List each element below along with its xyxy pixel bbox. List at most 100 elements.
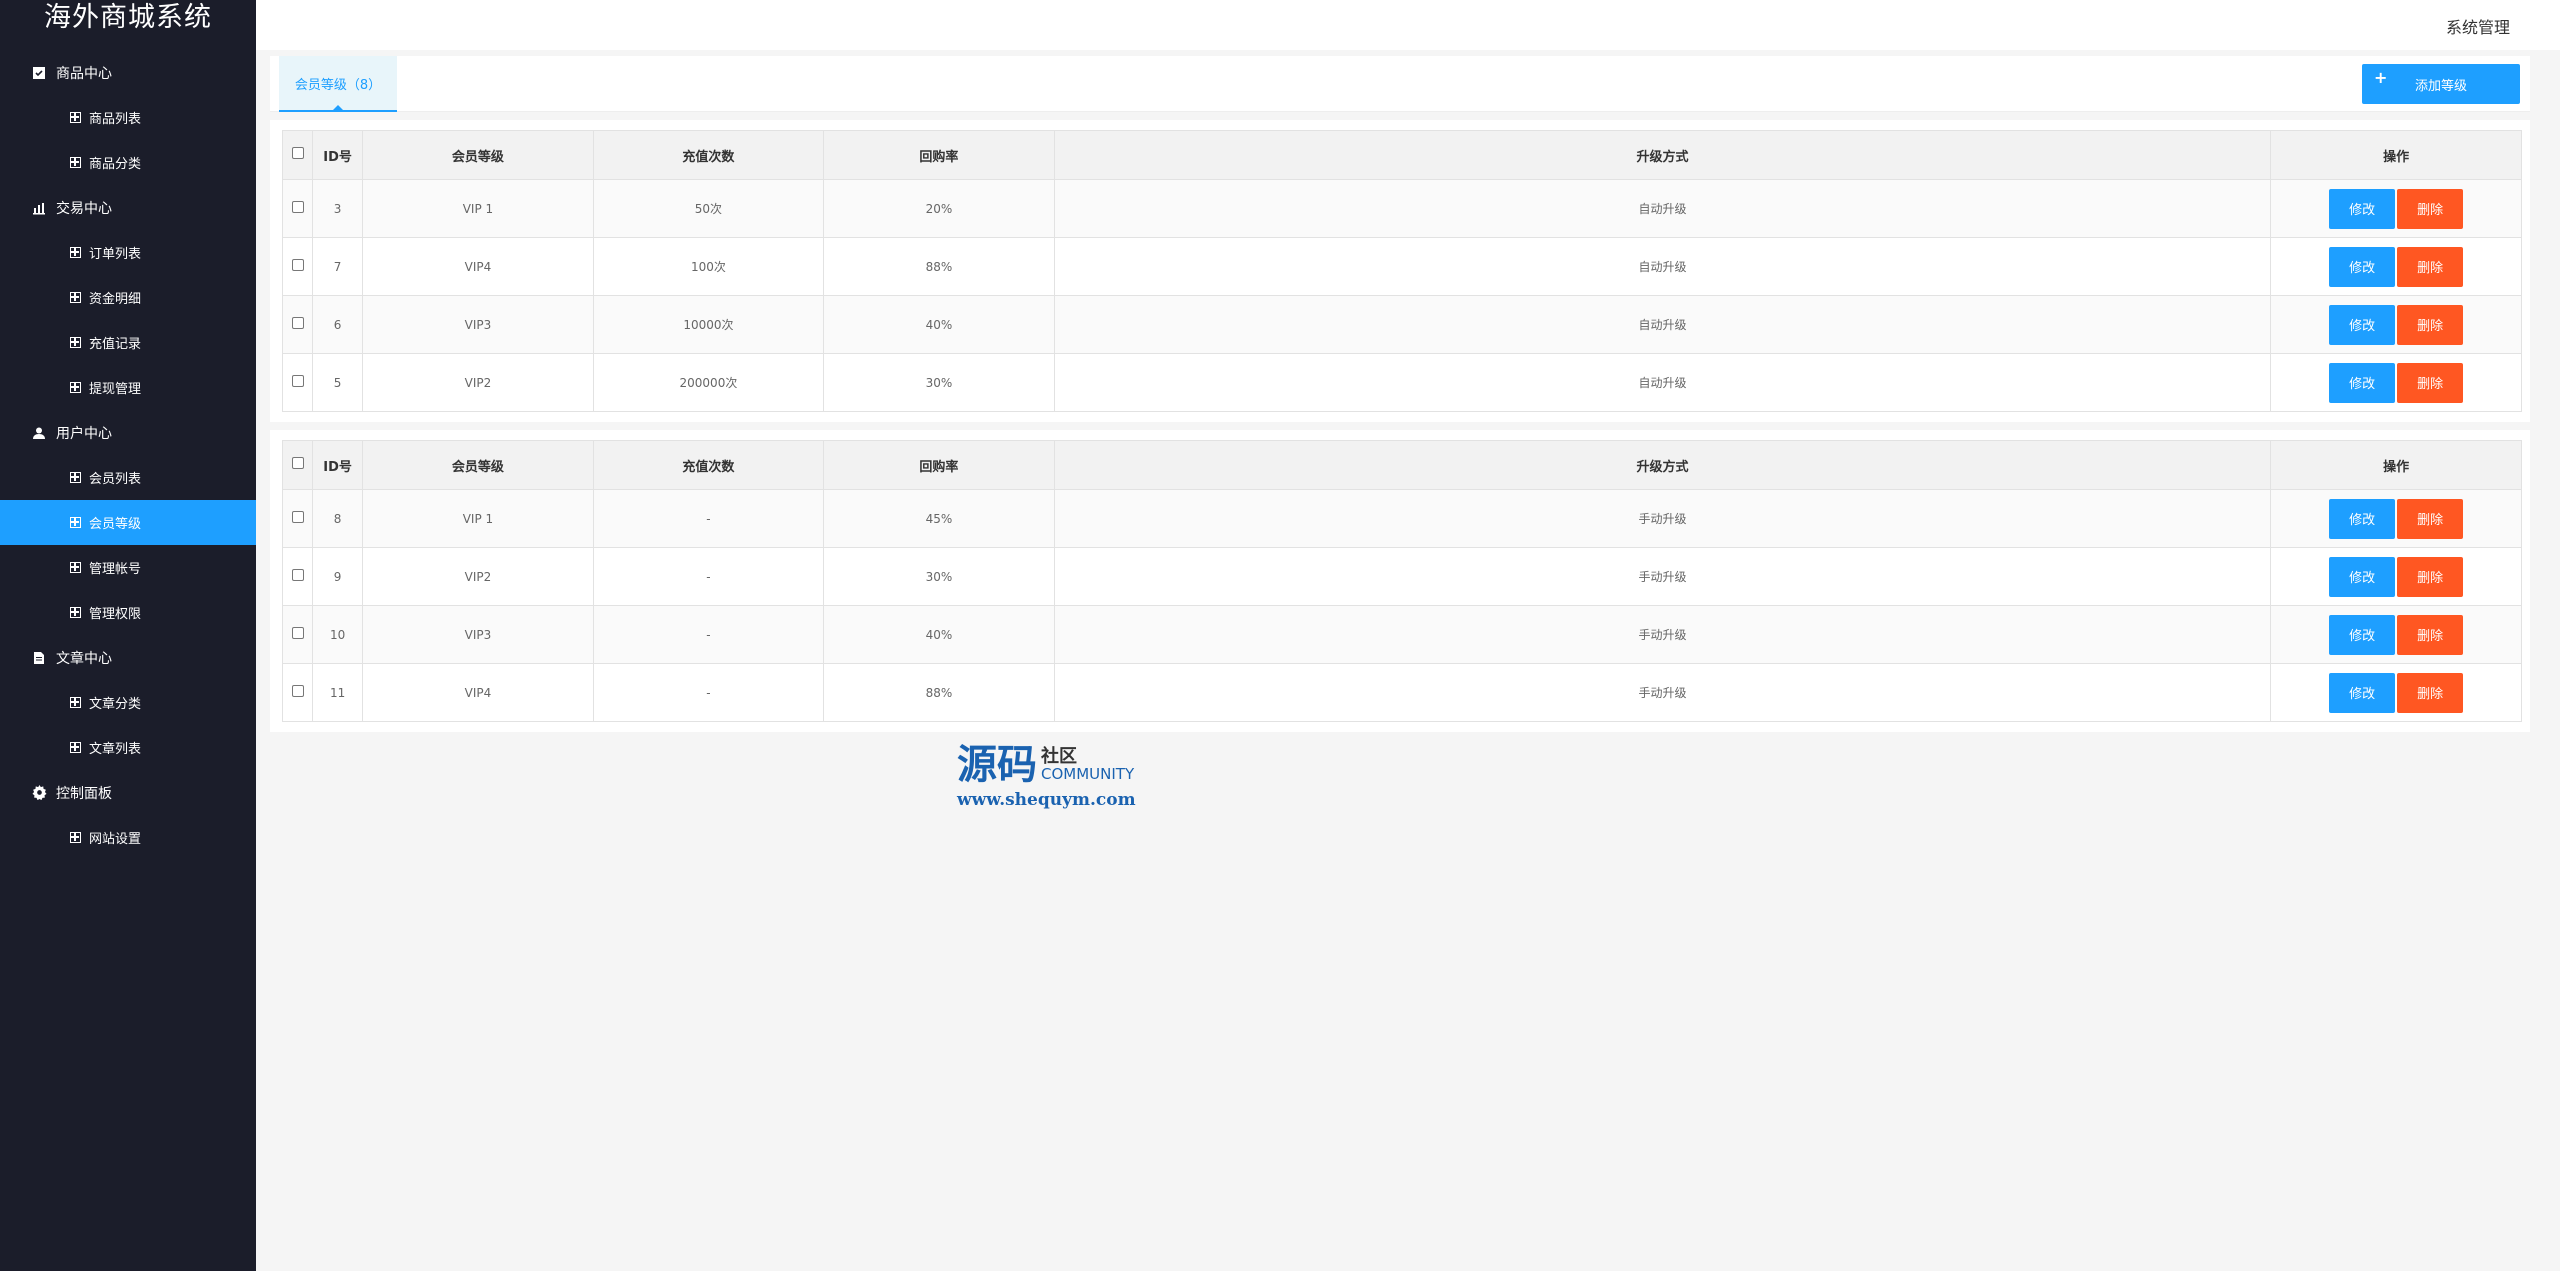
delete-button[interactable]: 删除 [2397,246,2464,287]
cell-level: VIP 1 [362,179,594,238]
sidebar-item-2-1[interactable]: 会员等级 [0,500,256,545]
row-checkbox[interactable] [291,259,304,271]
sidebar-item-2-2[interactable]: 管理帐号 [0,545,256,590]
cell-level: VIP3 [362,605,594,664]
cell-id: 10 [312,605,364,664]
sidebar-item-2-0[interactable]: 会员列表 [0,455,256,500]
watermark-url: www.shequym.com [957,790,1136,810]
cell-level: VIP2 [362,547,594,606]
cell-actions: 修改 删除 [2270,489,2522,548]
sidebar-item-3-1[interactable]: 文章列表 [0,725,256,770]
row-select-cell [281,547,314,606]
cell-count: 10000次 [592,295,825,354]
column-header: 升级方式 [1053,130,2272,180]
delete-button[interactable]: 删除 [2397,498,2464,539]
cell-rate: 20% [823,179,1055,238]
sidebar-group-1[interactable]: 交易中心 [0,185,256,230]
sidebar-item-1-0[interactable]: 订单列表 [0,230,256,275]
auto-upgrade-panel: ID号 会员等级 充值次数 回购率 升级方式 操作 3 VIP 1 50次 20% 自动升级 修改删… [270,120,2530,422]
sidebar-item-label: 网站设置 [89,832,142,847]
sidebar-group-2[interactable]: 用户中心 [0,410,256,455]
table-row: 6 VIP3 10000次 40% 自动升级 修改 删除 [281,295,2522,354]
tab-member-level[interactable]: 会员等级（8） [279,56,397,112]
cell-actions: 修改 删除 [2270,237,2522,296]
sidebar-item-1-1[interactable]: 资金明细 [0,275,256,320]
delete-button[interactable]: 删除 [2397,672,2464,713]
delete-button[interactable]: 删除 [2397,362,2464,403]
sidebar: 海外商城系统 商品中心 商品列表商品分类交易中心 订单列表 资金明细充值记录提现管理用… [0,0,256,1271]
edit-button[interactable]: 修改 [2329,498,2396,539]
cell-count: 200000次 [592,353,825,412]
delete-button[interactable]: 删除 [2397,556,2464,597]
sidebar-group-0[interactable]: 商品中心 [0,50,256,95]
select-all-checkbox[interactable] [291,457,304,469]
row-checkbox[interactable] [291,317,304,329]
sidebar-item-2-3[interactable]: 管理权限 [0,590,256,635]
sidebar-item-label: 商品分类 [89,157,142,172]
select-all-checkbox[interactable] [291,147,304,159]
edit-button[interactable]: 修改 [2329,246,2396,287]
edit-button[interactable]: 修改 [2329,614,2396,655]
sidebar-item-1-2[interactable]: 充值记录 [0,320,256,365]
row-checkbox[interactable] [291,627,304,639]
delete-button[interactable]: 删除 [2397,614,2464,655]
brand-title: 海外商城系统 [44,2,212,33]
cell-id: 11 [312,663,364,722]
sidebar-item-0-1[interactable]: 商品分类 [0,140,256,185]
cell-level: VIP2 [362,353,594,412]
cell-level: VIP 1 [362,489,594,548]
sidebar-item-1-3[interactable]: 提现管理 [0,365,256,410]
sidebar-item-3-0[interactable]: 文章分类 [0,680,256,725]
cell-rate: 30% [823,353,1055,412]
column-header: 操作 [2270,440,2522,490]
sidebar-group-3[interactable]: 文章中心 [0,635,256,680]
edit-button[interactable]: 修改 [2329,362,2396,403]
main-content: 会员等级（8） + 添加等级 ID号 会员等级 充值次数 回购率 升级方式 操作 3 VIP… [270,56,2530,732]
watermark-side-text: 社区 [1041,746,1077,767]
sidebar-item-label: 提现管理 [89,382,142,397]
sidebar-group-4[interactable]: 控制面板 [0,770,256,815]
row-checkbox[interactable] [291,375,304,387]
cell-actions: 修改 删除 [2270,353,2522,412]
edit-button[interactable]: 修改 [2329,188,2396,229]
cell-id: 6 [312,295,364,354]
gear-icon [30,784,48,802]
table-header-row: ID号 会员等级 充值次数 回购率 升级方式 操作 [281,440,2522,490]
sidebar-group-label: 控制面板 [56,785,112,802]
sidebar-item-0-0[interactable]: 商品列表 [0,95,256,140]
sidebar-item-4-0[interactable]: 网站设置 [0,815,256,860]
sidebar-item-label: 文章分类 [89,697,142,712]
grid-icon [70,607,81,618]
edit-button[interactable]: 修改 [2329,556,2396,597]
column-header: 回购率 [823,130,1055,180]
sidebar-menu: 商品中心 商品列表商品分类交易中心 订单列表 资金明细充值记录提现管理用户中心 会员列表… [0,50,256,860]
row-checkbox[interactable] [291,201,304,213]
cell-count: 50次 [592,179,825,238]
cell-count: - [592,663,825,722]
manual-upgrade-table: ID号 会员等级 充值次数 回购率 升级方式 操作 8 VIP 1-45% 手动升级 修改 删除 9… [281,440,2522,722]
edit-button[interactable]: 修改 [2329,672,2396,713]
row-checkbox[interactable] [291,511,304,523]
delete-button[interactable]: 删除 [2397,304,2464,345]
grid-icon [70,337,81,348]
cell-mode: 自动升级 [1053,237,2272,296]
row-select-cell [281,605,314,664]
bar-chart-icon [30,199,48,217]
column-header: 充值次数 [592,440,825,490]
table-row: 9 VIP2-30% 手动升级 修改 删除 [281,547,2522,606]
grid-icon [70,697,81,708]
watermark-logo: 源码 社区 COMMUNITY www.shequym.com [957,742,1136,811]
add-level-button[interactable]: + 添加等级 [2362,64,2520,104]
row-checkbox[interactable] [291,569,304,581]
row-select-cell [281,237,314,296]
sidebar-item-label: 充值记录 [89,337,142,352]
cell-actions: 修改 删除 [2270,179,2522,238]
delete-button[interactable]: 删除 [2397,188,2464,229]
edit-button[interactable]: 修改 [2329,304,2396,345]
cell-count: 100次 [592,237,825,296]
cell-actions: 修改 删除 [2270,295,2522,354]
row-checkbox[interactable] [291,685,304,697]
system-management-link[interactable]: 系统管理 [2446,14,2510,38]
sidebar-item-label: 管理帐号 [89,562,142,577]
column-header: 升级方式 [1053,440,2272,490]
